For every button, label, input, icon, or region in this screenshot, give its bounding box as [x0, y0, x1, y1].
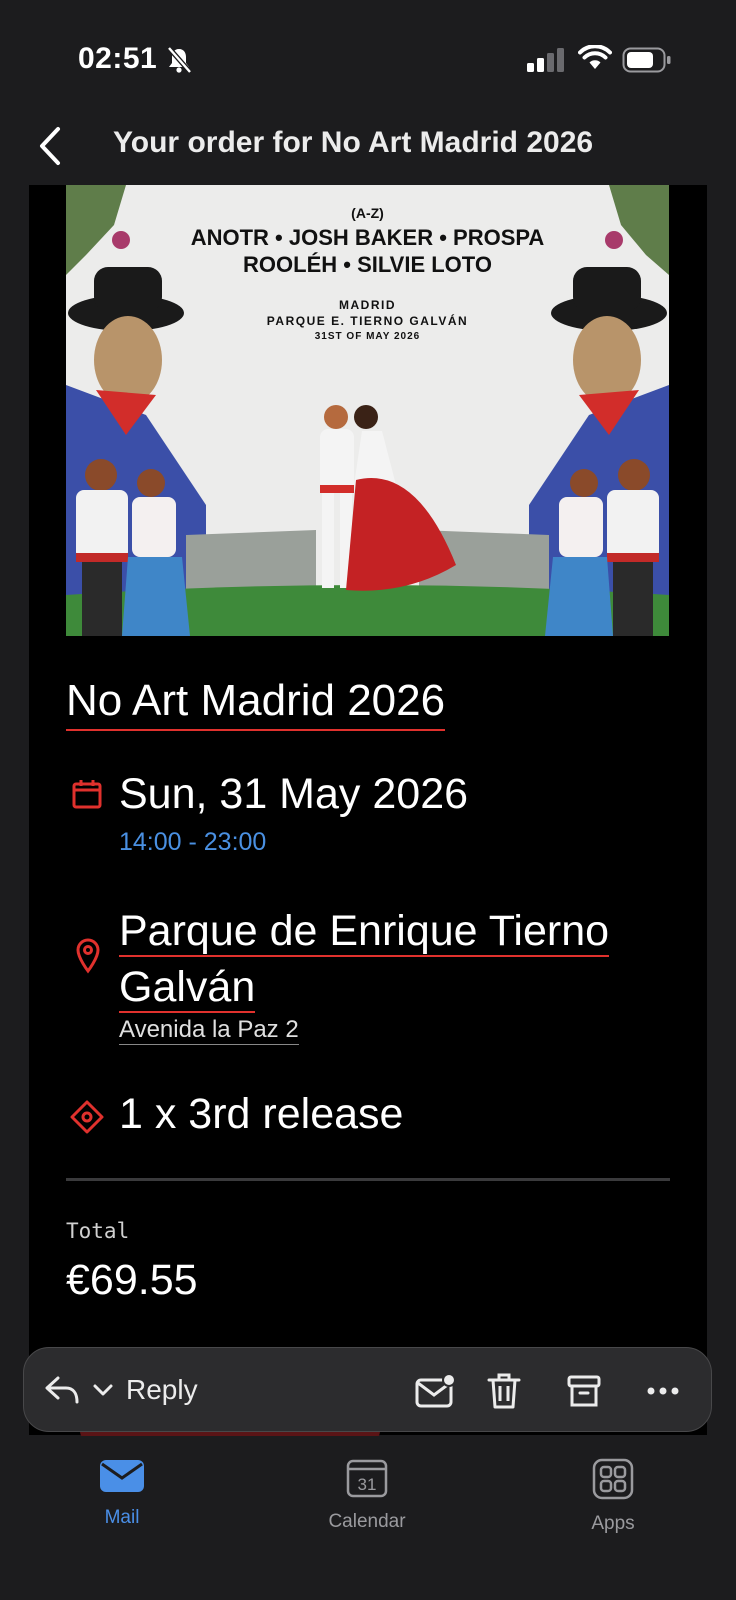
more-button[interactable] — [638, 1366, 688, 1416]
tab-mail[interactable]: Mail — [42, 1458, 202, 1529]
mail-icon — [100, 1460, 144, 1492]
archive-button[interactable] — [559, 1366, 609, 1416]
chevron-left-icon — [40, 127, 60, 165]
delete-button[interactable] — [479, 1366, 529, 1416]
status-time: 02:51 — [78, 42, 158, 75]
tab-apps[interactable]: Apps — [533, 1458, 693, 1535]
email-action-bar: Reply — [23, 1347, 712, 1432]
poster-venue: PARQUE E. TIERNO GALVÁN — [266, 314, 469, 328]
trash-icon — [487, 1373, 521, 1409]
event-time-link[interactable]: 14:00 - 23:00 — [119, 828, 266, 857]
status-bar: 02:51 — [0, 0, 736, 110]
page-title: Your order for No Art Madrid 2026 — [113, 126, 594, 159]
total-label: Total — [66, 1219, 130, 1243]
calendar-day-badge: 31 — [358, 1475, 377, 1494]
chevron-down-icon[interactable] — [92, 1383, 114, 1397]
reply-button[interactable]: Reply — [44, 1366, 198, 1414]
divider — [66, 1178, 670, 1181]
apps-icon — [592, 1458, 634, 1500]
battery-icon — [622, 47, 671, 73]
event-date: Sun, 31 May 2026 — [119, 770, 469, 818]
archive-icon — [567, 1375, 601, 1407]
navigation-bar: Your order for No Art Madrid 2026 — [0, 110, 736, 185]
mark-unread-button[interactable] — [410, 1366, 460, 1416]
ticket-icon — [70, 1100, 104, 1134]
calendar-icon: 31 — [346, 1459, 388, 1498]
event-poster-image[interactable]: (A-Z) ANOTR • JOSH BAKER • PROSPA ROOLÉH… — [66, 185, 669, 636]
cellular-signal-icon — [527, 48, 564, 72]
venue-name-line-2: Galván — [119, 963, 256, 1013]
venue-address-link[interactable]: Avenida la Paz 2 — [119, 1016, 299, 1045]
tab-calendar[interactable]: 31 Calendar — [287, 1458, 447, 1533]
poster-city: MADRID — [339, 298, 396, 312]
silent-bell-icon — [167, 46, 192, 74]
calendar-icon — [72, 780, 102, 809]
reply-label: Reply — [126, 1374, 198, 1405]
mark-unread-icon — [415, 1373, 456, 1408]
venue-name-line-1: Parque de Enrique Tierno — [119, 907, 610, 957]
reply-icon — [45, 1376, 79, 1404]
tab-bar: Mail 31 Calendar Apps — [0, 1436, 736, 1600]
more-icon — [647, 1387, 679, 1395]
location-pin-icon — [76, 938, 100, 974]
venue-name-link[interactable]: Parque de Enrique Tierno Galván — [119, 903, 679, 1015]
poster-artists-line-2: ROOLÉH • SILVIE LOTO — [243, 252, 492, 277]
wifi-icon — [578, 45, 612, 69]
tab-calendar-label: Calendar — [328, 1511, 406, 1532]
total-value: €69.55 — [66, 1256, 198, 1304]
tab-apps-label: Apps — [591, 1513, 635, 1534]
tab-mail-label: Mail — [104, 1507, 140, 1528]
back-button[interactable] — [32, 124, 68, 168]
event-title-link[interactable]: No Art Madrid 2026 — [66, 677, 446, 731]
poster-date: 31ST OF MAY 2026 — [314, 331, 421, 342]
poster-artists-line-1: ANOTR • JOSH BAKER • PROSPA — [190, 225, 545, 250]
poster-order-label: (A-Z) — [351, 205, 384, 221]
ticket-quantity: 1 x 3rd release — [119, 1090, 404, 1138]
